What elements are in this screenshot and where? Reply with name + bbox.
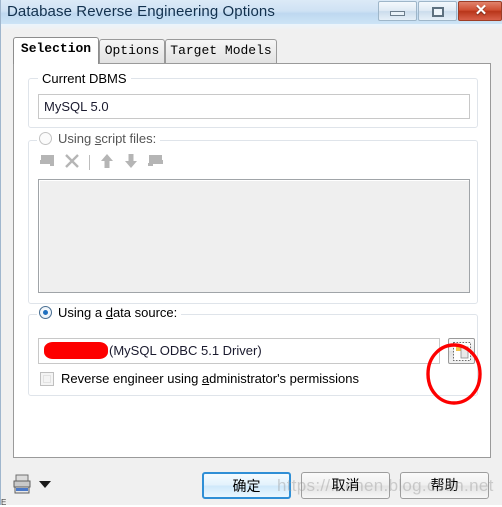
- tab-page-selection: Current DBMS MySQL 5.0 Using script file…: [13, 63, 491, 458]
- close-icon: ✕: [474, 2, 488, 19]
- maximize-button[interactable]: [418, 1, 457, 21]
- help-button[interactable]: 帮助: [400, 472, 489, 499]
- group-label-current-dbms: Current DBMS: [38, 71, 131, 86]
- radio-using-script-files[interactable]: Using script files:: [37, 131, 161, 146]
- group-script-files: Using script files:: [28, 131, 478, 304]
- radio-label-data-source: Using a data source:: [58, 305, 178, 320]
- group-current-dbms: Current DBMS MySQL 5.0: [28, 71, 478, 128]
- close-button[interactable]: ✕: [458, 1, 502, 21]
- chevron-down-icon[interactable]: [39, 481, 51, 488]
- titlebar-glow: [1, 24, 502, 30]
- move-up-icon[interactable]: [95, 151, 119, 173]
- checkbox-label-admin: Reverse engineer using administrator's p…: [61, 371, 360, 386]
- window-title: Database Reverse Engineering Options: [7, 3, 275, 20]
- radio-using-data-source[interactable]: Using a data source:: [37, 305, 182, 320]
- checkbox-admin-permissions[interactable]: Reverse engineer using administrator's p…: [40, 371, 359, 386]
- checkbox-indicator-admin: [40, 371, 54, 386]
- toolbar-separator: [89, 154, 90, 170]
- tab-target-models[interactable]: Target Models: [165, 39, 277, 63]
- data-source-field[interactable]: (MySQL ODBC 5.1 Driver): [38, 338, 440, 364]
- script-files-list[interactable]: [38, 179, 470, 293]
- script-files-toolbar: [36, 150, 216, 174]
- cancel-button[interactable]: 取消: [301, 472, 390, 499]
- radio-indicator-data-source: [39, 306, 52, 319]
- delete-script-icon[interactable]: [60, 151, 84, 173]
- radio-indicator-script-files: [39, 132, 52, 145]
- tab-selection[interactable]: Selection: [13, 37, 99, 64]
- dialog-window: Database Reverse Engineering Options ✕ S…: [0, 0, 502, 507]
- redaction-overlay: [44, 342, 108, 359]
- tab-options[interactable]: Options: [99, 39, 165, 63]
- select-data-source-icon: [453, 342, 471, 361]
- title-bar: Database Reverse Engineering Options ✕: [1, 0, 502, 27]
- move-down-icon[interactable]: [119, 151, 143, 173]
- radio-label-script-files: Using script files:: [58, 131, 157, 146]
- add-script-icon[interactable]: [36, 151, 60, 173]
- print-icon[interactable]: [11, 473, 33, 495]
- script-properties-icon[interactable]: [143, 151, 167, 173]
- ok-button[interactable]: 确定: [202, 472, 291, 499]
- window-bottom-edge: E: [1, 498, 7, 507]
- group-data-source: Using a data source: (MySQL ODBC 5.1 Dri…: [28, 305, 478, 396]
- browse-data-source-button[interactable]: [448, 338, 475, 364]
- minimize-button[interactable]: [378, 1, 417, 21]
- data-source-driver-text: (MySQL ODBC 5.1 Driver): [109, 343, 262, 358]
- current-dbms-field[interactable]: MySQL 5.0: [38, 94, 470, 119]
